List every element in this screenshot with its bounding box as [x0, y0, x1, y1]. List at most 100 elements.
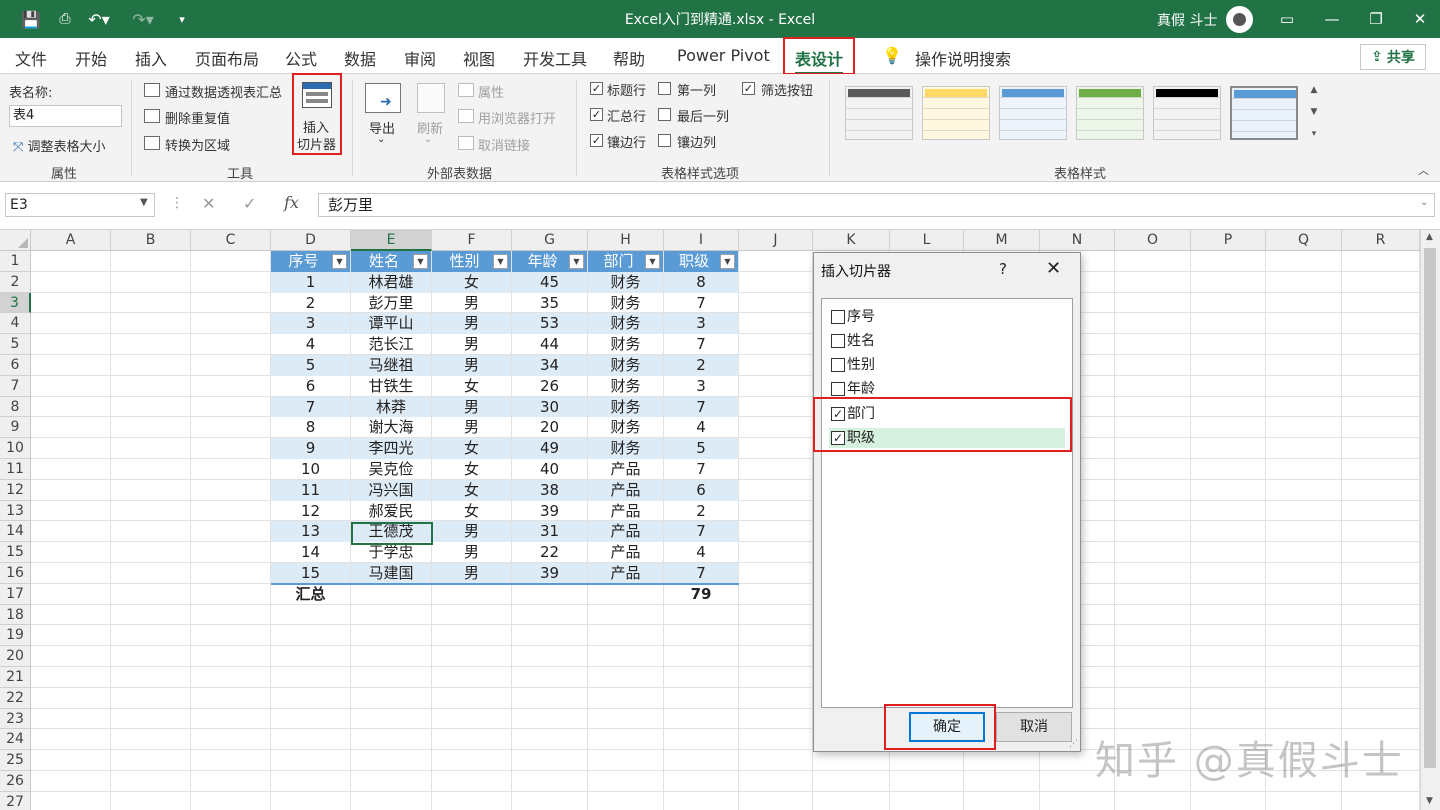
column-header[interactable]: N	[1040, 230, 1115, 251]
tab-view[interactable]: 视图	[463, 46, 495, 70]
cancel-button[interactable]: 取消	[996, 712, 1072, 742]
column-header[interactable]: B	[111, 230, 191, 251]
row-header[interactable]: 14	[0, 521, 31, 543]
expand-formula-icon[interactable]: ⌄	[1420, 197, 1428, 208]
remove-duplicates-button[interactable]: 删除重复值	[165, 108, 230, 127]
row-header[interactable]: 17	[0, 583, 31, 605]
first-column-checkbox[interactable]	[658, 82, 671, 95]
avatar[interactable]	[1226, 6, 1253, 33]
cancel-icon[interactable]: ✕	[202, 194, 215, 213]
filter-dropdown-icon[interactable]: ▼	[720, 254, 735, 269]
table-cell[interactable]: 财务	[588, 313, 663, 335]
row-header[interactable]: 19	[0, 625, 31, 647]
table-cell[interactable]: 林莽	[351, 396, 431, 418]
row-header[interactable]: 23	[0, 708, 31, 730]
row-header[interactable]: 26	[0, 771, 31, 792]
total-value-cell[interactable]: 79	[664, 584, 738, 605]
row-header[interactable]: 25	[0, 750, 31, 771]
table-cell[interactable]: 7	[664, 334, 738, 355]
name-box[interactable]: E3	[5, 193, 155, 217]
row-header[interactable]: 21	[0, 667, 31, 688]
tell-me-search[interactable]: 操作说明搜索	[915, 46, 1011, 70]
row-header[interactable]: 3	[0, 292, 31, 314]
table-header-cell[interactable]: 职级 ▼	[664, 251, 738, 272]
table-cell[interactable]: 男	[432, 355, 511, 376]
column-header[interactable]: A	[31, 230, 111, 251]
refresh-dropdown-icon[interactable]: ⌄	[424, 134, 432, 145]
open-in-browser-button[interactable]: 用浏览器打开	[478, 108, 556, 127]
table-cell[interactable]: 31	[512, 521, 587, 543]
filter-dropdown-icon[interactable]: ▼	[645, 254, 660, 269]
table-cell[interactable]: 财务	[588, 438, 663, 459]
help-icon[interactable]: ?	[999, 260, 1007, 278]
table-cell[interactable]: 13	[271, 521, 350, 543]
table-cell[interactable]: 5	[271, 355, 350, 376]
table-cell[interactable]: 女	[432, 376, 511, 397]
row-header[interactable]: 18	[0, 604, 31, 626]
close-icon[interactable]: ✕	[1046, 258, 1061, 279]
table-cell[interactable]: 7	[664, 459, 738, 480]
table-cell[interactable]: 财务	[588, 293, 663, 314]
column-header[interactable]: H	[588, 230, 664, 251]
field-item-name[interactable]: 姓名	[829, 331, 1065, 351]
table-cell[interactable]: 12	[271, 501, 350, 522]
row-header[interactable]: 10	[0, 438, 31, 459]
table-cell[interactable]: 产品	[588, 563, 663, 584]
restore-icon[interactable]: ❐	[1353, 0, 1399, 38]
total-label-cell[interactable]: 汇总	[271, 584, 350, 605]
table-header-cell[interactable]: 序号 ▼	[271, 251, 350, 272]
external-properties-button[interactable]: 属性	[478, 82, 504, 101]
scroll-up-icon[interactable]: ▲	[1426, 232, 1433, 242]
table-header-cell[interactable]: 性别 ▼	[432, 251, 511, 272]
user-name[interactable]: 真假 斗士	[1157, 10, 1217, 30]
table-cell[interactable]: 女	[432, 479, 511, 501]
table-header-cell[interactable]: 姓名 ▼	[351, 251, 431, 272]
column-header[interactable]: M	[964, 230, 1040, 251]
table-cell[interactable]: 39	[512, 501, 587, 522]
export-dropdown-icon[interactable]: ⌄	[377, 134, 385, 145]
gallery-more-icon[interactable]: ▾	[1307, 124, 1321, 144]
select-all-corner[interactable]	[0, 230, 31, 251]
filter-button-checkbox[interactable]: ✓	[742, 82, 755, 95]
row-header[interactable]: 7	[0, 375, 31, 397]
table-cell[interactable]: 产品	[588, 459, 663, 480]
table-cell[interactable]: 7	[664, 563, 738, 584]
table-cell[interactable]: 1	[271, 271, 350, 293]
table-cell[interactable]: 女	[432, 271, 511, 293]
column-header[interactable]: L	[890, 230, 964, 251]
table-cell[interactable]: 8	[271, 417, 350, 438]
table-cell[interactable]: 14	[271, 542, 350, 563]
row-header[interactable]: 12	[0, 479, 31, 501]
table-style-thumb-selected[interactable]	[1230, 86, 1298, 140]
tab-page-layout[interactable]: 页面布局	[195, 46, 259, 70]
table-cell[interactable]: 李四光	[351, 438, 431, 459]
table-cell[interactable]: 谭平山	[351, 313, 431, 335]
resize-table-button[interactable]: ⤧ 调整表格大小	[13, 136, 106, 155]
gallery-up-icon[interactable]: ▲	[1307, 80, 1321, 100]
table-cell[interactable]: 男	[432, 417, 511, 438]
ribbon-display-icon[interactable]: ▭	[1264, 0, 1310, 38]
table-cell[interactable]: 男	[432, 334, 511, 355]
banded-rows-checkbox[interactable]: ✓	[590, 134, 603, 147]
vertical-scrollbar[interactable]: ▲ ▼	[1420, 230, 1440, 810]
banded-columns-checkbox[interactable]	[658, 134, 671, 147]
table-cell[interactable]: 11	[271, 479, 350, 501]
table-cell[interactable]: 产品	[588, 542, 663, 563]
insert-function-icon[interactable]: fx	[284, 193, 299, 212]
table-cell[interactable]: 产品	[588, 521, 663, 543]
row-header[interactable]: 1	[0, 251, 31, 272]
row-header[interactable]: 27	[0, 791, 31, 810]
table-cell[interactable]: 38	[512, 479, 587, 501]
field-item-gender[interactable]: 性别	[829, 355, 1065, 375]
scroll-thumb[interactable]	[1424, 248, 1436, 768]
checkbox-icon[interactable]	[831, 358, 845, 372]
table-cell[interactable]: 3	[271, 313, 350, 335]
row-header[interactable]: 8	[0, 396, 31, 418]
column-header[interactable]: G	[512, 230, 588, 251]
table-cell[interactable]: 林君雄	[351, 271, 431, 293]
table-cell[interactable]: 49	[512, 438, 587, 459]
table-cell[interactable]: 男	[432, 542, 511, 563]
filter-dropdown-icon[interactable]: ▼	[332, 254, 347, 269]
table-cell[interactable]: 财务	[588, 396, 663, 418]
row-header[interactable]: 11	[0, 459, 31, 480]
